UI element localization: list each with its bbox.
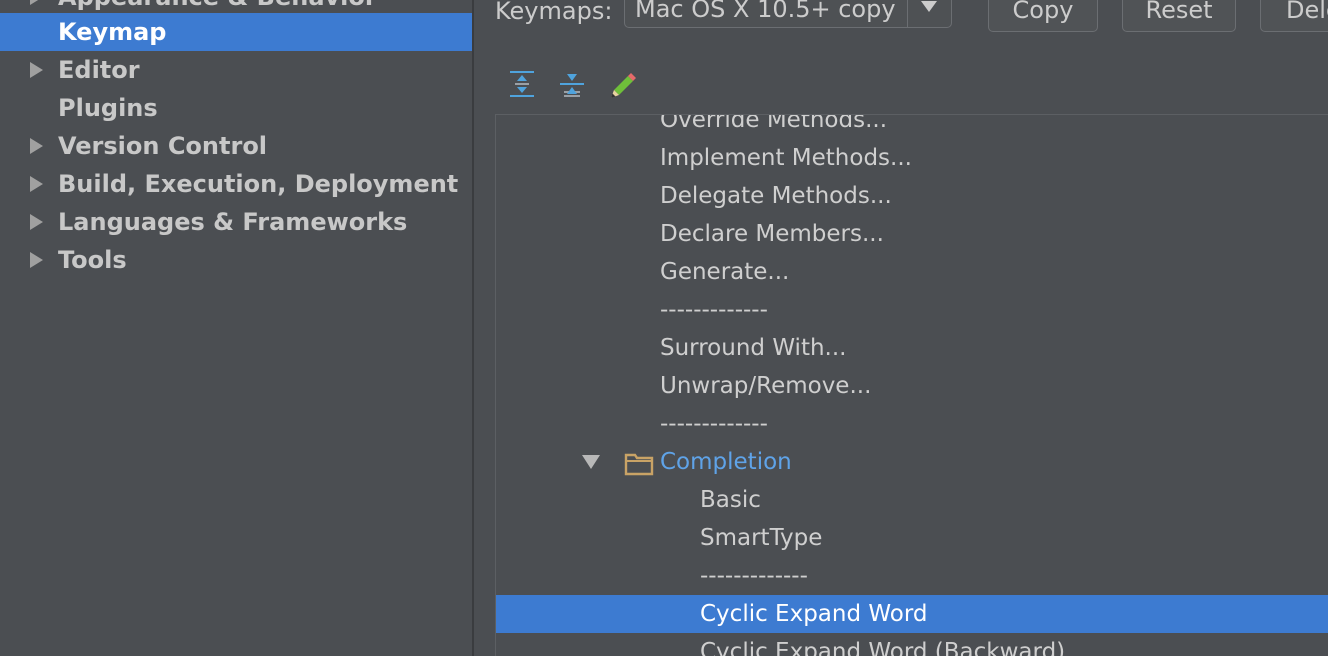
expand-arrow-icon[interactable] (30, 176, 43, 192)
select-divider (907, 0, 908, 27)
collapse-all-icon[interactable] (556, 68, 588, 100)
tree-separator: ------------- (496, 405, 1328, 443)
sidebar-item-tools[interactable]: Tools (0, 241, 472, 279)
folder-icon (624, 450, 654, 476)
edit-shortcuts-icon[interactable] (606, 68, 638, 100)
tree-row-label: Basic (700, 487, 761, 513)
tree-row-label: Generate... (660, 259, 790, 285)
keymaps-label: Keymaps: (495, 0, 613, 25)
tree-row[interactable]: Cyclic Expand Word (Backward) (496, 633, 1328, 656)
tree-row-label: Cyclic Expand Word (700, 601, 928, 627)
sidebar-item-label: Plugins (58, 94, 158, 122)
chevron-down-icon[interactable] (921, 1, 937, 12)
tree-row-label: Implement Methods... (660, 145, 912, 171)
delete-button[interactable]: Delete (1260, 0, 1328, 32)
tree-row-label: Unwrap/Remove... (660, 373, 872, 399)
tree-row[interactable]: Delegate Methods... (496, 177, 1328, 215)
sidebar-item-editor[interactable]: Editor (0, 51, 472, 89)
expand-arrow-icon[interactable] (30, 0, 43, 5)
tree-row[interactable]: Basic (496, 481, 1328, 519)
tree-separator-label: ------------- (660, 297, 768, 323)
collapse-arrow-icon[interactable] (582, 455, 600, 469)
tree-row[interactable]: Override Methods... (496, 114, 1328, 139)
keymap-scheme-value: Mac OS X 10.5+ copy (635, 0, 896, 23)
tree-row-selected[interactable]: Cyclic Expand Word (496, 595, 1328, 633)
tree-separator-label: ------------- (660, 411, 768, 437)
sidebar-item-plugins[interactable]: Plugins (0, 89, 472, 127)
tree-row[interactable]: Surround With... (496, 329, 1328, 367)
tree-row-label: Declare Members... (660, 221, 884, 247)
tree-folder-label: Completion (660, 449, 792, 475)
keymap-actions-tree[interactable]: Override Methods... Implement Methods...… (495, 114, 1328, 656)
sidebar-item-label: Tools (58, 246, 127, 274)
expand-all-icon[interactable] (506, 68, 538, 100)
tree-row-label: Surround With... (660, 335, 847, 361)
sidebar-item-label: Build, Execution, Deployment (58, 170, 459, 198)
expand-arrow-icon[interactable] (30, 138, 43, 154)
expand-arrow-icon[interactable] (30, 252, 43, 268)
tree-row[interactable]: Implement Methods... (496, 139, 1328, 177)
tree-separator: ------------- (496, 291, 1328, 329)
tree-row[interactable]: SmartType (496, 519, 1328, 557)
reset-button[interactable]: Reset (1122, 0, 1236, 32)
sidebar-divider[interactable] (472, 0, 474, 656)
sidebar-item-keymap[interactable]: Keymap (0, 13, 472, 51)
sidebar-item-build-execution-deployment[interactable]: Build, Execution, Deployment (0, 165, 472, 203)
sidebar-item-label: Appearance & Behavior (58, 0, 377, 11)
tree-row-label: Override Methods... (660, 114, 888, 133)
tree-separator-label: ------------- (700, 563, 808, 589)
sidebar-item-label: Languages & Frameworks (58, 208, 408, 236)
sidebar-item-version-control[interactable]: Version Control (0, 127, 472, 165)
settings-sidebar: Appearance & Behavior Keymap Editor Plug… (0, 0, 472, 656)
sidebar-item-label: Version Control (58, 132, 268, 160)
sidebar-item-label: Editor (58, 56, 140, 84)
expand-arrow-icon[interactable] (30, 214, 43, 230)
sidebar-item-languages-frameworks[interactable]: Languages & Frameworks (0, 203, 472, 241)
sidebar-item-label: Keymap (58, 18, 167, 46)
tree-separator: ------------- (496, 557, 1328, 595)
tree-row-label: Cyclic Expand Word (Backward) (700, 639, 1066, 656)
keymap-scheme-select[interactable]: Mac OS X 10.5+ copy (624, 0, 952, 28)
tree-folder-completion[interactable]: Completion (496, 443, 1328, 481)
tree-row[interactable]: Generate... (496, 253, 1328, 291)
tree-row[interactable]: Unwrap/Remove... (496, 367, 1328, 405)
tree-row-label: Delegate Methods... (660, 183, 892, 209)
expand-arrow-icon[interactable] (30, 62, 43, 78)
tree-row-label: SmartType (700, 525, 823, 551)
tree-row[interactable]: Declare Members... (496, 215, 1328, 253)
copy-button[interactable]: Copy (988, 0, 1098, 32)
